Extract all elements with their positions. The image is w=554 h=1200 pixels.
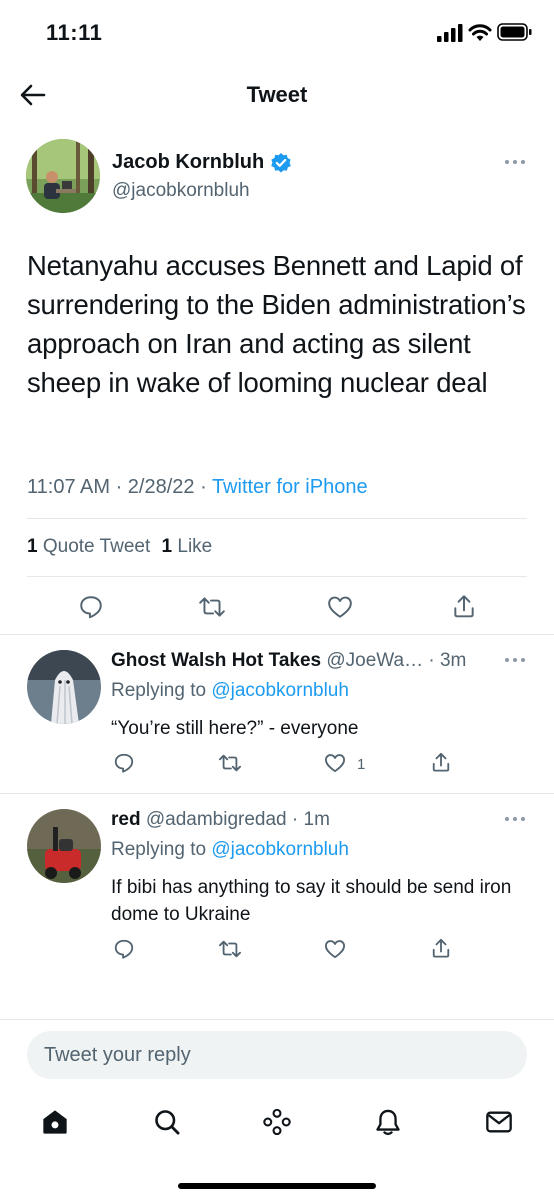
replying-label: Replying to <box>111 839 212 860</box>
reply-header: Ghost Walsh Hot Takes @JoeWa… · 3m <box>111 650 466 672</box>
notifications-icon[interactable] <box>371 1105 405 1139</box>
author-handle[interactable]: @jacobkornbluh <box>112 180 250 202</box>
likes-stat[interactable]: 1 Like <box>162 536 213 557</box>
reply-avatar[interactable] <box>27 809 101 883</box>
reply-icon[interactable] <box>111 936 137 962</box>
home-icon[interactable] <box>38 1105 72 1139</box>
quote-tweets-stat[interactable]: 1 Quote Tweet <box>27 536 150 557</box>
reply-avatar[interactable] <box>27 650 101 724</box>
share-icon[interactable] <box>428 935 454 961</box>
search-icon[interactable] <box>150 1105 184 1139</box>
reply-text: If bibi has anything to say it should be… <box>111 877 512 925</box>
reply-handle-time: @JoeWa… · 3m <box>326 650 467 671</box>
reply-text: “You’re still here?” - everyone <box>111 718 359 739</box>
quote-count: 1 <box>27 536 38 557</box>
messages-icon[interactable] <box>482 1105 516 1139</box>
share-icon[interactable] <box>449 591 479 621</box>
replying-to-link[interactable]: @jacobkornbluh <box>211 839 349 860</box>
like-icon[interactable] <box>322 936 348 962</box>
more-icon[interactable] <box>500 152 530 172</box>
like-icon[interactable] <box>322 750 348 776</box>
home-indicator <box>178 1183 376 1189</box>
more-icon[interactable] <box>500 650 530 670</box>
retweet-icon[interactable] <box>217 936 243 962</box>
author-name[interactable]: Jacob Kornbluh <box>112 151 264 174</box>
reply-icon[interactable] <box>111 750 137 776</box>
divider <box>0 1019 554 1020</box>
like-label: Like <box>177 536 213 557</box>
page-title: Tweet <box>246 82 308 107</box>
replying-to-link[interactable]: @jacobkornbluh <box>211 680 349 701</box>
reply-author-name[interactable]: red <box>111 809 141 830</box>
replying-to: Replying to @jacobkornbluh <box>111 839 349 861</box>
verified-badge-icon <box>270 152 292 174</box>
divider <box>27 518 527 519</box>
quote-label: Quote Tweet <box>42 536 151 557</box>
tweet-source-link[interactable]: Twitter for iPhone <box>212 476 368 498</box>
replying-to: Replying to @jacobkornbluh <box>111 680 349 702</box>
reply-input-placeholder: Tweet your reply <box>44 1044 191 1066</box>
reply-handle-time: @adambigredad · 1m <box>145 809 330 830</box>
divider <box>0 793 554 794</box>
signal-icon <box>437 24 463 42</box>
tweet-text: Netanyahu accuses Bennett and Lapid of s… <box>27 250 526 398</box>
author-avatar[interactable] <box>26 139 100 213</box>
spaces-icon[interactable] <box>260 1105 294 1139</box>
replying-label: Replying to <box>111 680 212 701</box>
divider <box>27 576 527 577</box>
tweet-timestamp: 11:07 AM · 2/28/22 · <box>27 476 212 498</box>
like-icon[interactable] <box>325 592 355 622</box>
battery-icon <box>497 23 533 41</box>
reply-author-name[interactable]: Ghost Walsh Hot Takes <box>111 650 321 671</box>
more-icon[interactable] <box>500 809 530 829</box>
status-time: 11:11 <box>46 20 103 45</box>
retweet-icon[interactable] <box>197 592 227 622</box>
like-count: 1 <box>161 536 173 557</box>
reply-header: red @adambigredad · 1m <box>111 809 330 831</box>
reply-like-count: 1 <box>357 756 366 773</box>
wifi-icon <box>468 22 492 42</box>
share-icon[interactable] <box>428 749 454 775</box>
tweet-stats: 1 Quote Tweet 1 Like <box>27 536 212 558</box>
tweet-meta: 11:07 AM · 2/28/22 · Twitter for iPhone <box>27 476 368 499</box>
reply-input[interactable]: Tweet your reply <box>27 1031 527 1079</box>
reply-icon[interactable] <box>76 592 106 622</box>
retweet-icon[interactable] <box>217 750 243 776</box>
divider <box>0 634 554 635</box>
